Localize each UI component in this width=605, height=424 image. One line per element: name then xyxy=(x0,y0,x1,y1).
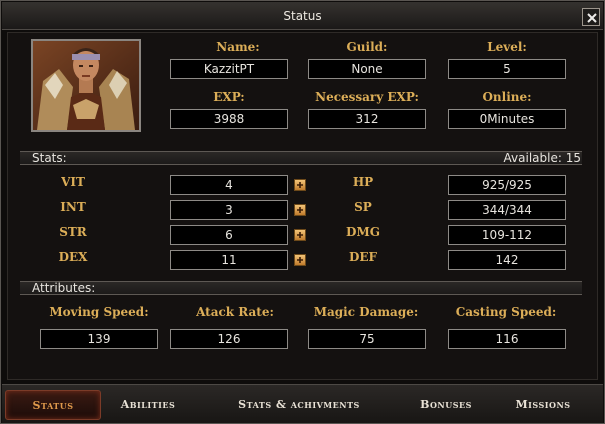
int-plus-button[interactable] xyxy=(294,204,306,216)
plus-icon xyxy=(297,182,303,188)
online-value: 0Minutes xyxy=(448,109,566,129)
tab-abilities[interactable]: Abilities xyxy=(108,390,188,420)
dex-value: 11 xyxy=(170,250,288,270)
name-value: KazzitPT xyxy=(170,59,288,79)
vit-value: 4 xyxy=(170,175,288,195)
title-bar[interactable]: Status xyxy=(2,2,603,30)
tab-bonuses[interactable]: Bonuses xyxy=(406,390,486,420)
magic-damage-value: 75 xyxy=(308,329,426,349)
moving-speed-value: 139 xyxy=(40,329,158,349)
tab-stats-achievements[interactable]: Stats & achivments xyxy=(222,390,376,420)
stats-header: Stats: xyxy=(32,151,67,165)
plus-icon xyxy=(297,232,303,238)
necessary-exp-value: 312 xyxy=(308,109,426,129)
available-points: Available: 15 xyxy=(503,151,581,165)
def-label: DEF xyxy=(348,250,378,264)
casting-speed-value: 116 xyxy=(448,329,566,349)
dmg-value: 109-112 xyxy=(448,225,566,245)
exp-label: EXP: xyxy=(213,90,245,104)
level-value: 5 xyxy=(448,59,566,79)
tab-missions[interactable]: Missions xyxy=(502,390,584,420)
tab-bar: Status Abilities Stats & achivments Bonu… xyxy=(2,384,603,423)
guild-value: None xyxy=(308,59,426,79)
plus-icon xyxy=(297,257,303,263)
character-portrait xyxy=(31,39,141,132)
hp-label: HP xyxy=(352,175,374,189)
str-value: 6 xyxy=(170,225,288,245)
int-value: 3 xyxy=(170,200,288,220)
dmg-label: DMG xyxy=(346,225,380,239)
dex-label: DEX xyxy=(58,250,88,264)
name-label: Name: xyxy=(216,40,260,54)
int-label: INT xyxy=(60,200,86,214)
close-icon xyxy=(587,13,597,23)
attack-rate-label: Atack Rate: xyxy=(196,305,274,319)
dex-plus-button[interactable] xyxy=(294,254,306,266)
guild-label: Guild: xyxy=(346,40,388,54)
attack-rate-value: 126 xyxy=(170,329,288,349)
plus-icon xyxy=(297,207,303,213)
vit-plus-button[interactable] xyxy=(294,179,306,191)
str-plus-button[interactable] xyxy=(294,229,306,241)
online-label: Online: xyxy=(482,90,532,104)
moving-speed-label: Moving Speed: xyxy=(49,305,149,319)
hp-value: 925/925 xyxy=(448,175,566,195)
sp-label: SP xyxy=(354,200,372,214)
tab-status[interactable]: Status xyxy=(5,390,101,420)
magic-damage-label: Magic Damage: xyxy=(313,305,419,319)
close-button[interactable] xyxy=(582,8,600,26)
status-window: Status Name: Guild: Level: KazzitPT None… xyxy=(0,0,605,424)
exp-value: 3988 xyxy=(170,109,288,129)
necessary-exp-label: Necessary EXP: xyxy=(315,90,419,104)
attributes-header: Attributes: xyxy=(32,281,96,295)
portrait-image xyxy=(33,41,139,130)
def-value: 142 xyxy=(448,250,566,270)
window-title: Status xyxy=(283,9,322,23)
level-label: Level: xyxy=(487,40,527,54)
sp-value: 344/344 xyxy=(448,200,566,220)
casting-speed-label: Casting Speed: xyxy=(455,305,557,319)
str-label: STR xyxy=(59,225,87,239)
vit-label: VIT xyxy=(61,175,85,189)
